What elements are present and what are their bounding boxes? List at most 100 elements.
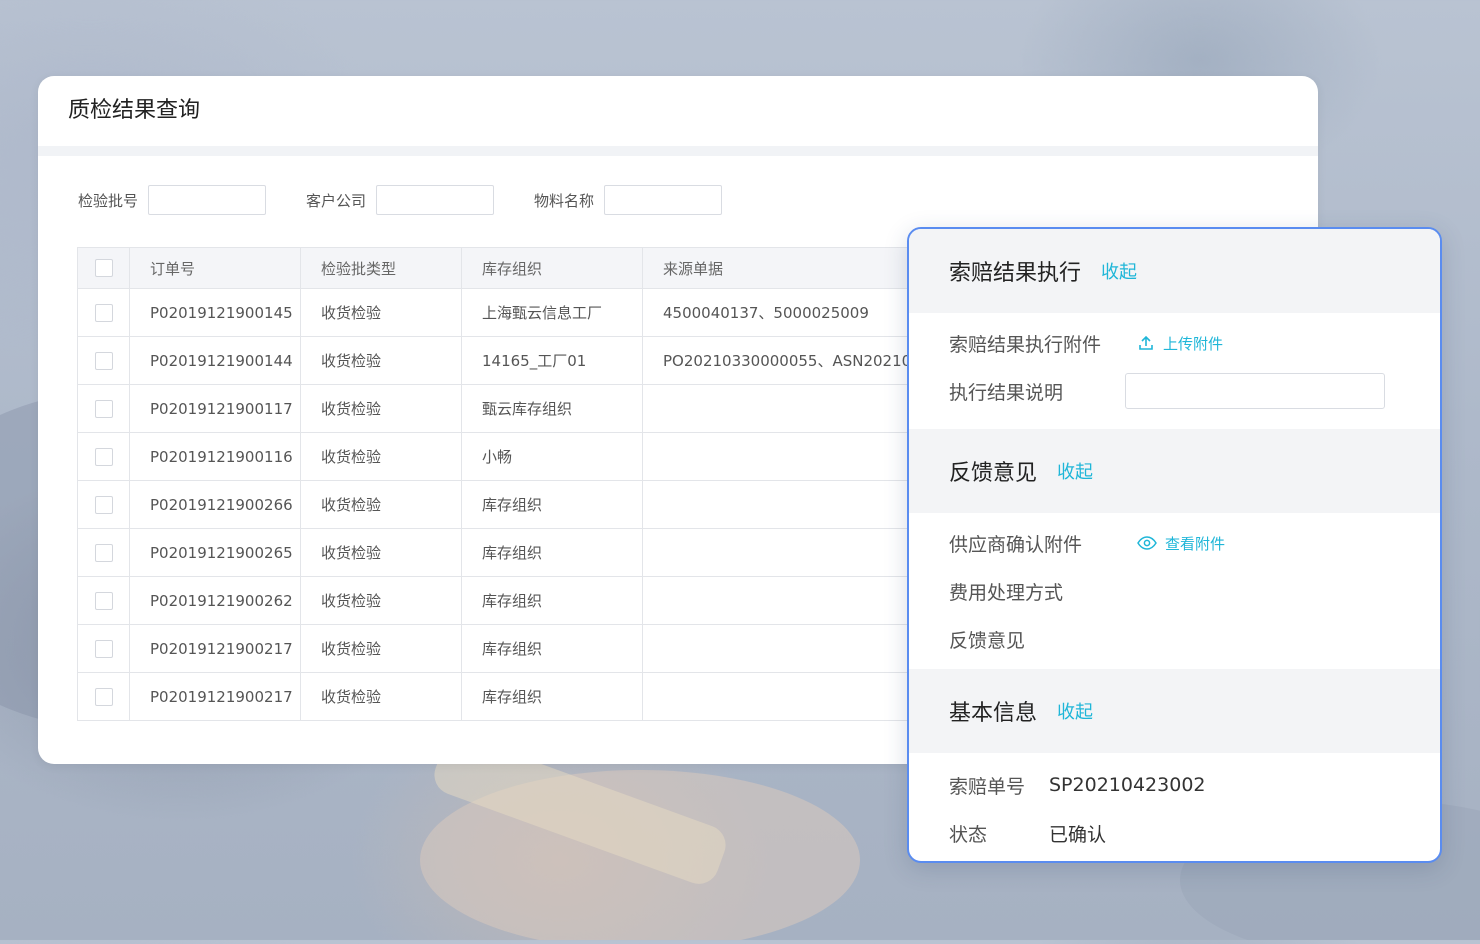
basic-info-section-header: 基本信息 收起 (909, 669, 1440, 753)
order-number-cell: P02019121900117 (129, 384, 301, 433)
filter-material-label: 物料名称 (534, 191, 595, 210)
row-checkbox[interactable] (94, 495, 113, 514)
feedback-collapse-link[interactable]: 收起 (1057, 458, 1093, 484)
row-checkbox[interactable] (94, 351, 113, 370)
table-row[interactable]: P02019121900145 收货检验 上海甄云信息工厂 4500040137… (77, 288, 1024, 337)
table-row[interactable]: P02019121900262 收货检验 库存组织 (77, 576, 1024, 625)
row-select-cell (77, 672, 130, 721)
title-divider (38, 146, 1318, 156)
claim-exec-attachment-row: 索赔结果执行附件 上传附件 (909, 319, 1440, 367)
inspection-type-cell: 收货检验 (300, 480, 462, 529)
inspection-type-cell: 收货检验 (300, 384, 462, 433)
feedback-section-header: 反馈意见 收起 (909, 429, 1440, 513)
inventory-org-cell: 库存组织 (461, 624, 643, 673)
basic-info-collapse-link[interactable]: 收起 (1057, 698, 1093, 724)
inventory-org-cell: 库存组织 (461, 576, 643, 625)
batch-number-input[interactable] (148, 185, 267, 215)
claim-number-row: 索赔单号 SP20210423002 (909, 761, 1440, 809)
feedback-body: 供应商确认附件 查看附件 费用处理方式 反馈意见 (909, 513, 1440, 669)
table-row[interactable]: P02019121900116 收货检验 小畅 (77, 432, 1024, 481)
inspection-type-cell: 收货检验 (300, 336, 462, 385)
row-checkbox[interactable] (94, 687, 113, 706)
status-row: 状态 已确认 (909, 809, 1440, 857)
order-number-cell: P02019121900262 (129, 576, 301, 625)
claim-exec-desc-row: 执行结果说明 (909, 367, 1440, 415)
feedback-title: 反馈意见 (949, 461, 1038, 486)
eye-icon (1137, 536, 1157, 550)
order-number-cell: P02019121900266 (129, 480, 301, 529)
inventory-org-cell: 库存组织 (461, 672, 643, 721)
exec-result-desc-input[interactable] (1125, 373, 1385, 409)
feedback-opinion-row: 反馈意见 (909, 615, 1440, 663)
order-number-cell: P02019121900217 (129, 624, 301, 673)
table-row[interactable]: P02019121900144 收货检验 14165_工厂01 PO202103… (77, 336, 1024, 385)
inventory-org-cell: 甄云库存组织 (461, 384, 643, 433)
inventory-org-cell: 小畅 (461, 432, 643, 481)
row-checkbox[interactable] (94, 591, 113, 610)
row-select-cell (77, 624, 130, 673)
claim-exec-desc-label: 执行结果说明 (949, 381, 1064, 404)
inventory-org-cell: 库存组织 (461, 480, 643, 529)
row-checkbox[interactable] (94, 303, 113, 322)
cost-handling-row: 费用处理方式 (909, 567, 1440, 615)
inspection-type-cell: 收货检验 (300, 528, 462, 577)
upload-icon (1139, 335, 1153, 350)
table-header-row: 订单号 检验批类型 库存组织 来源单据 (77, 247, 1024, 289)
claim-exec-body: 索赔结果执行附件 上传附件 执行结果说明 (909, 313, 1440, 429)
order-number-cell: P02019121900144 (129, 336, 301, 385)
row-checkbox[interactable] (94, 639, 113, 658)
inspection-type-cell: 收货检验 (300, 288, 462, 337)
order-number-cell: P02019121900116 (129, 432, 301, 481)
table-row[interactable]: P02019121900266 收货检验 库存组织 (77, 480, 1024, 529)
inventory-org-cell: 上海甄云信息工厂 (461, 288, 643, 337)
row-select-cell (77, 384, 130, 433)
feedback-opinion-label: 反馈意见 (949, 629, 1026, 652)
filter-batch: 检验批号 (78, 185, 267, 215)
view-attachment-label: 查看附件 (1165, 534, 1226, 553)
inventory-org-cell: 库存组织 (461, 528, 643, 577)
customer-company-input[interactable] (376, 185, 495, 215)
row-select-cell (77, 432, 130, 481)
order-number-cell: P02019121900217 (129, 672, 301, 721)
table-row[interactable]: P02019121900265 收货检验 库存组织 (77, 528, 1024, 577)
column-header-order[interactable]: 订单号 (129, 247, 301, 289)
page-title: 质检结果查询 (68, 98, 201, 123)
select-all-cell (77, 247, 130, 289)
row-select-cell (77, 528, 130, 577)
row-select-cell (77, 288, 130, 337)
column-header-org[interactable]: 库存组织 (461, 247, 643, 289)
upload-attachment-label: 上传附件 (1163, 334, 1224, 353)
row-select-cell (77, 480, 130, 529)
row-checkbox[interactable] (94, 543, 113, 562)
filter-company: 客户公司 (306, 185, 495, 215)
order-number-cell: P02019121900265 (129, 528, 301, 577)
status-label: 状态 (949, 823, 988, 846)
filter-company-label: 客户公司 (306, 191, 367, 210)
upload-attachment-link[interactable]: 上传附件 (1137, 333, 1223, 354)
claim-number-value: SP20210423002 (1049, 774, 1206, 796)
material-name-input[interactable] (604, 185, 723, 215)
inspection-type-cell: 收货检验 (300, 624, 462, 673)
basic-info-body: 索赔单号 SP20210423002 状态 已确认 (909, 753, 1440, 857)
filter-batch-label: 检验批号 (78, 191, 139, 210)
results-table: 订单号 检验批类型 库存组织 来源单据 P02019121900145 收货检验… (77, 247, 1024, 721)
inspection-type-cell: 收货检验 (300, 672, 462, 721)
row-checkbox[interactable] (94, 447, 113, 466)
basic-info-title: 基本信息 (949, 701, 1038, 726)
view-attachment-link[interactable]: 查看附件 (1137, 533, 1225, 554)
table-row[interactable]: P02019121900117 收货检验 甄云库存组织 (77, 384, 1024, 433)
filter-material: 物料名称 (534, 185, 723, 215)
table-row[interactable]: P02019121900217 收货检验 库存组织 (77, 624, 1024, 673)
claim-detail-panel: 索赔结果执行 收起 索赔结果执行附件 上传附件 执行结果说明 反馈意见 收起 供… (907, 227, 1442, 863)
select-all-checkbox[interactable] (94, 259, 113, 278)
claim-number-label: 索赔单号 (949, 775, 1026, 798)
claim-exec-title: 索赔结果执行 (949, 261, 1082, 286)
inventory-org-cell: 14165_工厂01 (461, 336, 643, 385)
row-checkbox[interactable] (94, 399, 113, 418)
order-number-cell: P02019121900145 (129, 288, 301, 337)
claim-exec-collapse-link[interactable]: 收起 (1101, 258, 1137, 284)
table-row[interactable]: P02019121900217 收货检验 库存组织 (77, 672, 1024, 721)
column-header-type[interactable]: 检验批类型 (300, 247, 462, 289)
filter-bar: 检验批号 客户公司 物料名称 (78, 185, 762, 215)
supplier-attachment-label: 供应商确认附件 (949, 533, 1083, 556)
